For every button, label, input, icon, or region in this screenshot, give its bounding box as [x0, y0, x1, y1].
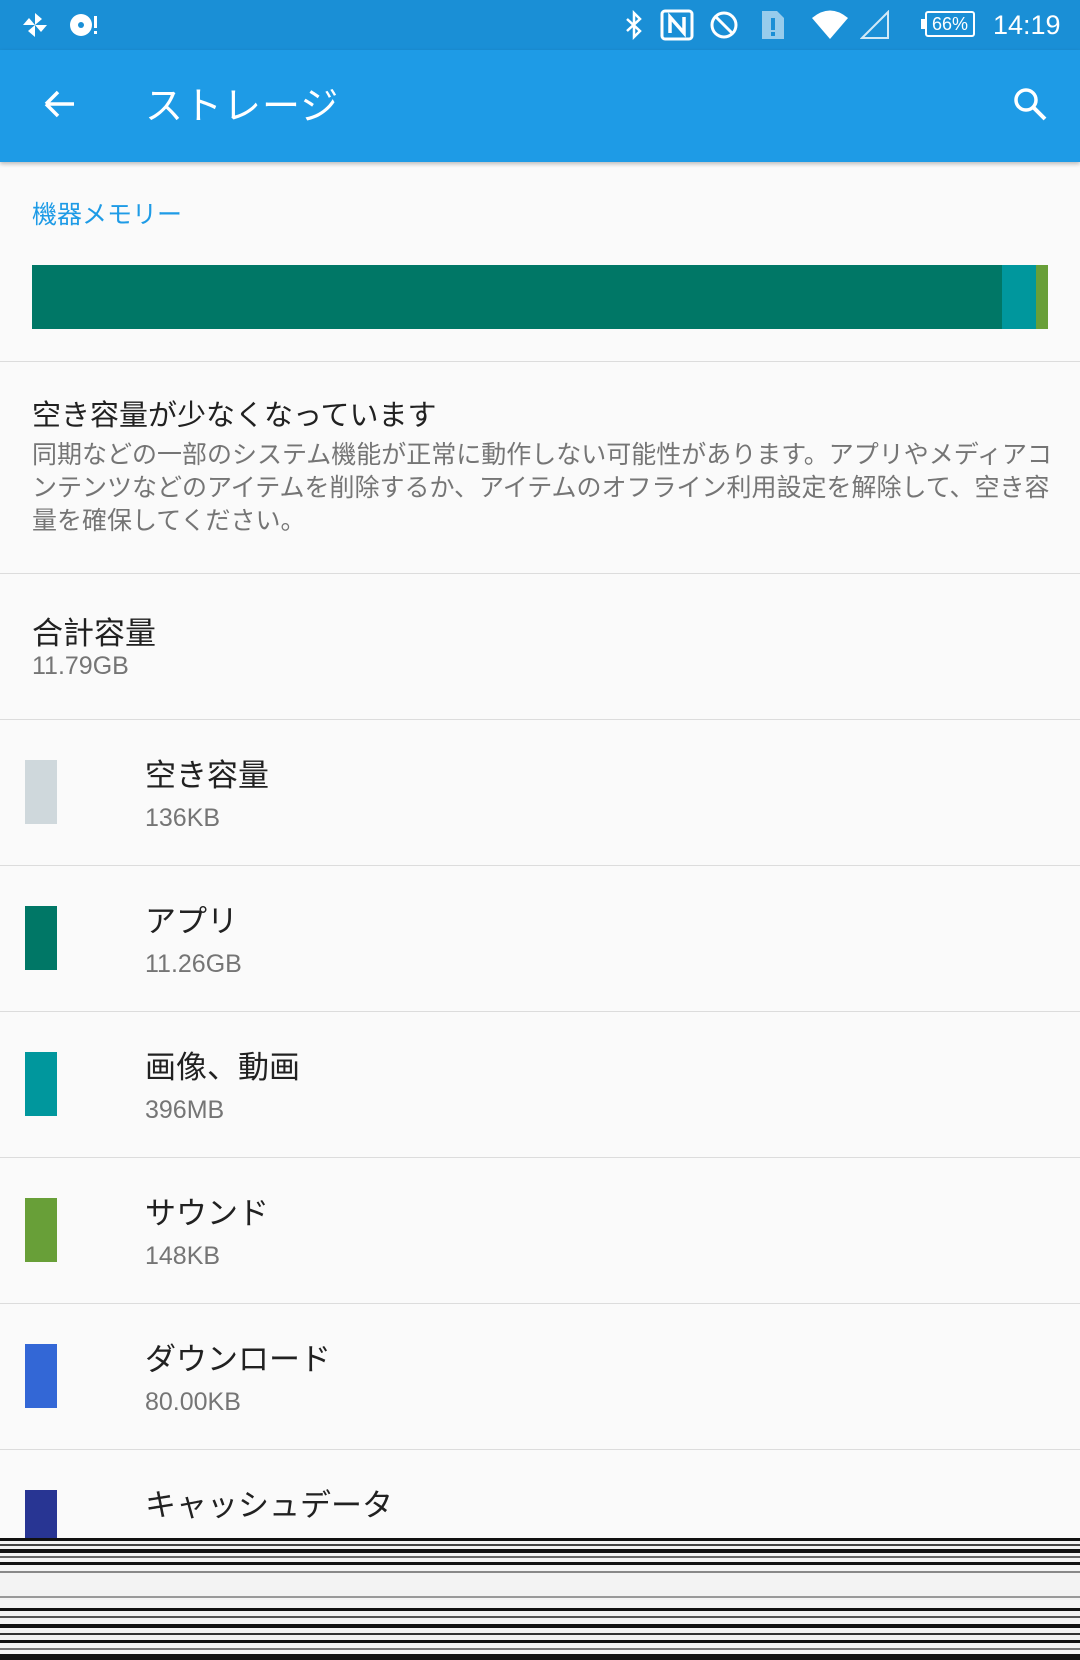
- usage-segment-1: [1002, 265, 1036, 329]
- page-title: ストレージ: [145, 84, 340, 128]
- category-size: 11.26GB: [145, 950, 242, 978]
- total-capacity-label: 合計容量: [32, 616, 156, 652]
- usage-segment-2: [1035, 265, 1048, 329]
- color-swatch: [25, 1344, 57, 1408]
- section-label: 機器メモリー: [32, 200, 183, 229]
- category-label: ダウンロード: [145, 1342, 331, 1378]
- category-apps[interactable]: アプリ 11.26GB: [0, 866, 1080, 1012]
- category-label: 画像、動画: [145, 1050, 300, 1086]
- category-label: 空き容量: [145, 758, 269, 794]
- search-button[interactable]: [1000, 76, 1060, 136]
- color-swatch: [25, 1198, 57, 1262]
- category-label: サウンド: [145, 1196, 269, 1232]
- category-size: 136KB: [145, 804, 221, 832]
- do-not-disturb-icon: [709, 0, 739, 50]
- sim-alert-icon: [760, 0, 786, 50]
- warning-body: 同期などの一部のシステム機能が正常に動作しない可能性があります。アプリやメディア…: [32, 440, 1053, 535]
- search-icon: [1011, 85, 1049, 127]
- battery-icon: 66%: [921, 11, 975, 37]
- category-downloads[interactable]: ダウンロード 80.00KB: [0, 1304, 1080, 1450]
- app-bar: ストレージ: [0, 50, 1080, 162]
- category-size: 396MB: [145, 1096, 225, 1124]
- category-images-videos[interactable]: 画像、動画 396MB: [0, 1012, 1080, 1158]
- status-time: 14:19: [993, 10, 1061, 40]
- category-audio[interactable]: サウンド 148KB: [0, 1158, 1080, 1304]
- arrow-back-icon: [42, 86, 78, 126]
- cd-notification-icon: [68, 0, 100, 50]
- category-free-space[interactable]: 空き容量 136KB: [0, 720, 1080, 866]
- usage-segment-0: [32, 265, 1003, 329]
- back-button[interactable]: [30, 76, 90, 136]
- total-capacity-value: 11.79GB: [32, 652, 129, 680]
- color-swatch: [25, 760, 57, 824]
- bluetooth-icon: [622, 0, 646, 50]
- warning-title: 空き容量が少なくなっています: [32, 398, 437, 432]
- pinwheel-icon: [20, 0, 50, 50]
- category-label: キャッシュデータ: [145, 1488, 393, 1524]
- category-label: アプリ: [145, 904, 238, 940]
- nfc-icon: [660, 0, 694, 50]
- category-size: 80.00KB: [145, 1388, 241, 1416]
- divider: [0, 573, 1080, 574]
- wifi-icon: [810, 0, 850, 50]
- divider: [0, 361, 1080, 362]
- status-bar: 66% 14:19: [0, 0, 1080, 50]
- storage-usage-bar: [32, 265, 1048, 329]
- cell-signal-icon: [860, 0, 890, 50]
- color-swatch: [25, 1052, 57, 1116]
- category-size: 148KB: [145, 1242, 221, 1270]
- render-glitch-area: [0, 1538, 1080, 1660]
- color-swatch: [25, 906, 57, 970]
